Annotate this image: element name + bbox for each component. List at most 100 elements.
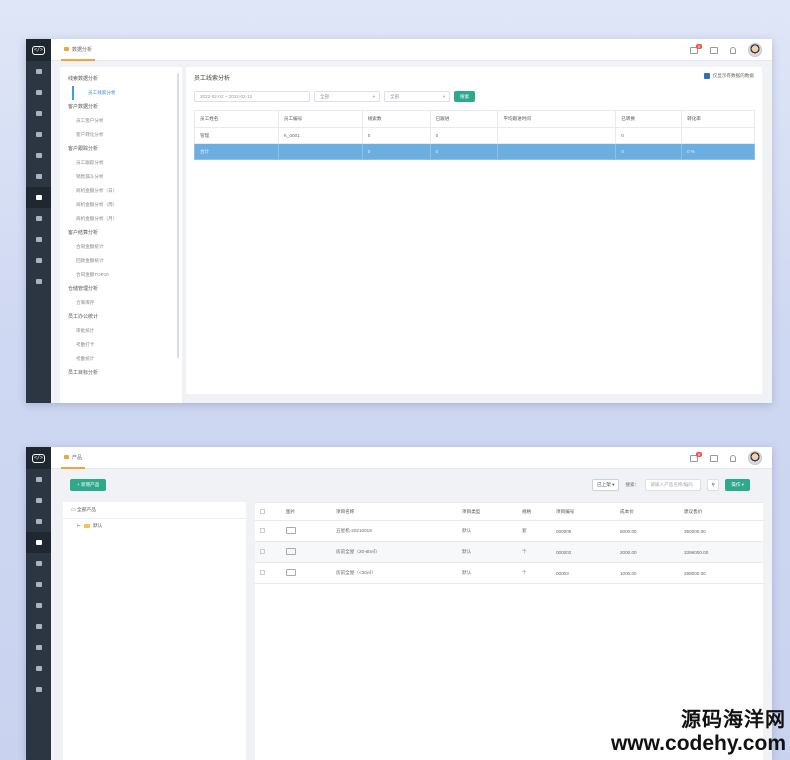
date-range-input[interactable]: 2022-02-02 ~ 2022-02-12 [194, 91, 310, 102]
column-header[interactable]: 项目类型 [457, 502, 517, 521]
menu-item[interactable]: 商机金额分析（周） [60, 198, 182, 212]
menu-item[interactable]: 员工线索分析 [72, 86, 182, 100]
menu-item[interactable]: 合同金额TOP10 [60, 268, 182, 282]
message-icon[interactable]: 9 [690, 43, 702, 54]
calendar-icon[interactable] [710, 454, 718, 462]
app-logo[interactable]: </> [26, 447, 51, 469]
menu-item[interactable]: 考勤打卡 [60, 338, 182, 352]
chart-icon[interactable] [26, 187, 51, 208]
menu-item[interactable]: 商机金额分析（月） [60, 212, 182, 226]
only-data-checkbox[interactable]: 仅显示有数据的数据 [703, 73, 754, 79]
search-input[interactable]: 请输入产品名称/编码 [645, 479, 702, 491]
checkbox-icon[interactable] [260, 508, 265, 514]
filter-select-2[interactable]: 全部 ▾ [384, 91, 450, 102]
add-product-button[interactable]: + 新增产品 [70, 479, 107, 491]
image-placeholder-icon[interactable] [286, 527, 296, 534]
column-header[interactable]: 员工编号 [277, 110, 363, 128]
table-cell[interactable]: 五星机-20210019 [331, 520, 457, 542]
table-cell[interactable] [255, 541, 281, 563]
menu-item[interactable]: 合同金额统计 [60, 240, 182, 254]
column-header[interactable]: 建议售价 [679, 502, 763, 521]
menu-item[interactable]: 仓库库存 [60, 296, 182, 310]
table-cell[interactable]: 合计 [194, 143, 279, 160]
inbox-icon[interactable] [26, 532, 51, 553]
list-icon[interactable] [26, 511, 51, 532]
column-header[interactable]: 规格 [517, 502, 551, 521]
home-icon[interactable] [26, 61, 51, 82]
column-header[interactable]: 员工姓名 [194, 110, 279, 128]
table-row[interactable]: 房前全屋（<30㎡） 默认个 00003 1000.00 298000.00 [255, 562, 763, 584]
calendar-icon[interactable] [710, 46, 718, 54]
user-icon[interactable] [26, 82, 51, 103]
table-total-row[interactable]: 合计 0 0 0 0 % [194, 143, 755, 160]
table-row[interactable]: 管理 K_0001 0 0 0 [194, 127, 755, 144]
edit-icon[interactable] [26, 637, 51, 658]
document-icon[interactable] [26, 145, 51, 166]
monitor-icon[interactable] [26, 616, 51, 637]
menu-item[interactable]: 商机金额分析（日） [60, 184, 182, 198]
search-icon[interactable]: ⚲ [707, 479, 720, 491]
column-header[interactable]: 转化率 [681, 110, 755, 128]
table-cell[interactable] [281, 541, 331, 563]
column-header[interactable]: 已转换 [615, 110, 683, 128]
card-icon[interactable] [26, 166, 51, 187]
home-icon[interactable] [26, 469, 51, 490]
table-cell[interactable] [281, 520, 331, 542]
menu-item[interactable]: 客户转化分析 [60, 128, 182, 142]
column-header[interactable]: 线索数 [361, 110, 431, 128]
settings-icon[interactable] [26, 271, 51, 292]
column-header[interactable]: 已跟进 [429, 110, 499, 128]
menu-item[interactable]: 考勤统计 [60, 352, 182, 366]
tree-node-default[interactable]: ⊢ 默认 [63, 519, 246, 533]
column-header[interactable]: 成本价 [615, 502, 679, 521]
document-icon[interactable] [26, 553, 51, 574]
card-icon[interactable] [26, 574, 51, 595]
checkbox-icon[interactable] [260, 549, 265, 554]
menu-item[interactable]: 销售漏斗分析 [60, 170, 182, 184]
table-row[interactable]: 房前全屋（20-60㎡） 默认个 000002 2000.00 3396000.00 [255, 541, 763, 563]
table-cell[interactable]: 房前全屋（<30㎡） [331, 562, 457, 584]
column-header[interactable]: 项目名称 [331, 502, 457, 521]
menu-item[interactable]: 审批统计 [60, 324, 182, 338]
filter-select-1[interactable]: 全部 ▾ [314, 91, 380, 102]
mail-icon[interactable] [26, 658, 51, 679]
table-cell[interactable] [281, 562, 331, 584]
tab-products[interactable]: 产品 [61, 447, 86, 469]
table-cell[interactable]: 房前全屋（20-60㎡） [331, 541, 457, 563]
menu-item[interactable]: 员工跟踪分析 [60, 156, 182, 170]
table-cell[interactable]: 管理 [194, 127, 279, 144]
checkbox-icon[interactable] [260, 570, 265, 575]
column-header[interactable]: 图片 [281, 502, 331, 521]
image-placeholder-icon[interactable] [286, 569, 296, 576]
monitor-icon[interactable] [26, 208, 51, 229]
bell-icon[interactable] [730, 454, 736, 462]
message-icon[interactable]: 9 [690, 451, 702, 462]
avatar[interactable] [748, 43, 762, 57]
column-header[interactable]: 平均跟进时间 [497, 110, 617, 128]
tab-analytics[interactable]: 数据分析 [61, 39, 96, 61]
status-select[interactable]: 已上架 ▾ [592, 479, 620, 491]
search-button[interactable]: 搜索 [454, 91, 476, 102]
mail-icon[interactable] [26, 250, 51, 271]
table-cell[interactable] [255, 520, 281, 542]
image-placeholder-icon[interactable] [286, 548, 296, 555]
operation-dropdown-button[interactable]: 操作 ▾ [725, 479, 750, 491]
bell-icon[interactable] [730, 46, 736, 54]
select-all-checkbox[interactable] [255, 502, 281, 521]
avatar[interactable] [748, 451, 762, 465]
settings-icon[interactable] [26, 679, 51, 700]
inbox-icon[interactable] [26, 124, 51, 145]
checkbox-icon[interactable] [260, 528, 265, 533]
column-header[interactable]: 项目编号 [551, 502, 615, 521]
menu-scrollbar[interactable] [177, 73, 179, 358]
app-logo[interactable]: </> [26, 39, 51, 61]
menu-item[interactable]: 员工客户分析 [60, 114, 182, 128]
chart-icon[interactable] [26, 595, 51, 616]
tree-header[interactable]: ▭ 全部产品 [63, 502, 246, 519]
edit-icon[interactable] [26, 229, 51, 250]
menu-item[interactable]: 回款金额统计 [60, 254, 182, 268]
user-icon[interactable] [26, 490, 51, 511]
table-row[interactable]: 五星机-20210019 默认套 000005 5000.00 350000.00 [255, 520, 763, 542]
list-icon[interactable] [26, 103, 51, 124]
table-cell[interactable] [255, 562, 281, 584]
